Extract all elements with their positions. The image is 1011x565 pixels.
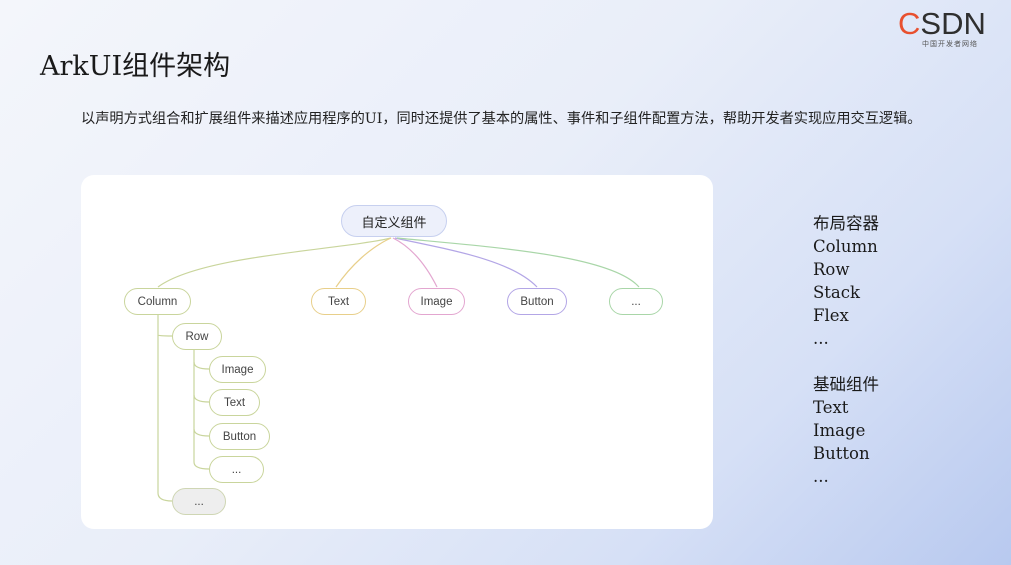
node-row-button: Button <box>209 423 270 450</box>
edge-row-button <box>193 428 210 437</box>
basic-component-list: 基础组件 Text Image Button ... <box>813 373 879 488</box>
node-row: Row <box>172 323 222 350</box>
list-item: ... <box>813 329 829 348</box>
node-image: Image <box>408 288 465 315</box>
slide-title: ArkUI组件架构 <box>40 51 231 82</box>
list-item: ... <box>813 467 829 486</box>
node-button: Button <box>507 288 567 315</box>
list-item: Row <box>813 260 850 279</box>
edge-root-button <box>394 237 538 288</box>
node-more: ... <box>609 288 663 315</box>
edge-row-text <box>193 394 210 403</box>
list-heading: 布局容器 <box>813 214 879 233</box>
node-root-custom-component: 自定义组件 <box>341 205 447 237</box>
list-item: Stack <box>813 283 861 302</box>
layout-container-list: 布局容器 Column Row Stack Flex ... <box>813 212 879 350</box>
diagram-card: 自定义组件 Column Text Image Button ... Row .… <box>81 175 713 529</box>
list-item: Flex <box>813 306 849 325</box>
edge-column-trunk <box>157 315 173 502</box>
list-heading: 基础组件 <box>813 375 879 394</box>
node-row-more: ... <box>209 456 264 483</box>
csdn-logo: CSDN 中国开发者网络 <box>898 8 998 52</box>
node-text: Text <box>311 288 366 315</box>
edge-column-row <box>157 334 173 337</box>
list-item: Column <box>813 237 878 256</box>
logo-wordmark: CSDN <box>898 6 986 41</box>
list-item: Text <box>813 398 849 417</box>
node-row-text: Text <box>209 389 260 416</box>
logo-subtitle: 中国开发者网络 <box>922 40 978 48</box>
node-column: Column <box>124 288 191 315</box>
edge-row-image <box>193 361 210 370</box>
node-row-image: Image <box>209 356 266 383</box>
slide-description: 以声明方式组合和扩展组件来描述应用程序的UI，同时还提供了基本的属性、事件和子组… <box>81 111 922 127</box>
list-item: Image <box>813 421 866 440</box>
node-column-more: ... <box>172 488 226 515</box>
list-item: Button <box>813 444 870 463</box>
